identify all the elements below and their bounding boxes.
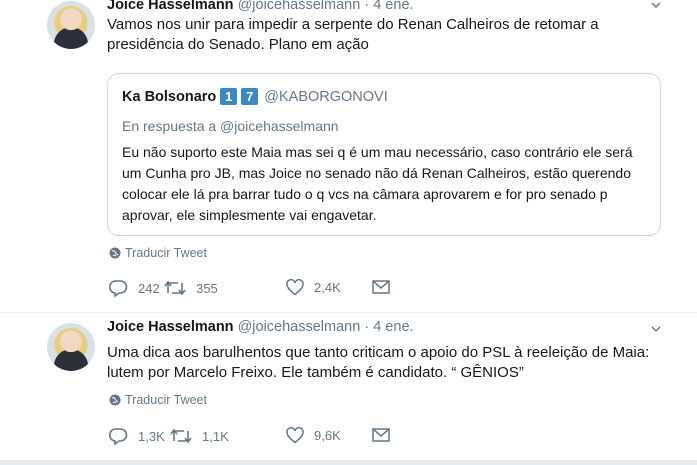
envelope-icon (372, 280, 390, 294)
tweet-actions: 1,3K 1,1K 9,6K (109, 427, 409, 447)
separator-dot: · (364, 319, 370, 335)
like-button[interactable]: 2,4K (286, 279, 341, 296)
retweet-count: 1,1K (202, 428, 229, 444)
tweet-text: Vamos nos unir para impedir a serpente d… (107, 16, 599, 53)
reply-count: 242 (138, 280, 160, 296)
quoted-tweet-header: Ka Bolsonaro 1 7 @KABORGONOVI (122, 88, 388, 105)
heart-icon (286, 427, 304, 444)
globe-icon (109, 247, 121, 259)
avatar[interactable] (47, 1, 95, 49)
chevron-down-icon[interactable] (651, 324, 661, 334)
translate-tweet-link[interactable]: Traducir Tweet (109, 246, 207, 260)
reply-count: 1,3K (138, 428, 165, 444)
translate-tweet-link[interactable]: Traducir Tweet (109, 393, 207, 407)
chevron-down-icon[interactable] (651, 0, 661, 10)
envelope-icon (372, 428, 390, 442)
like-count: 2,4K (314, 280, 341, 295)
quoted-user-handle: @KABORGONOVI (264, 88, 388, 105)
like-count: 9,6K (314, 428, 341, 443)
user-name[interactable]: Joice Hasselmann (107, 0, 234, 13)
direct-message-button[interactable] (372, 279, 400, 295)
translate-label: Traducir Tweet (125, 246, 207, 260)
tweet-actions: 242 355 2,4K (109, 279, 409, 299)
reply-icon (109, 280, 128, 297)
retweet-button[interactable]: 1,1K (170, 427, 229, 445)
reply-button[interactable]: 1,3K (109, 427, 165, 445)
tweet-header: Joice Hasselmann @joicehasselmann · 4 en… (107, 319, 657, 335)
timeline-divider (0, 461, 697, 465)
separator-dot: · (364, 0, 370, 13)
quoted-tweet[interactable]: Ka Bolsonaro 1 7 @KABORGONOVI En respues… (107, 73, 661, 236)
avatar[interactable] (47, 323, 95, 371)
keycap-one-icon: 1 (220, 88, 238, 105)
tweet-date[interactable]: 4 ene. (373, 0, 413, 13)
retweet-icon (164, 280, 186, 296)
quoted-tweet-text: Eu não suporto este Maia mas sei q é um … (122, 144, 633, 223)
direct-message-button[interactable] (372, 427, 400, 443)
retweet-count: 355 (196, 280, 218, 296)
like-button[interactable]: 9,6K (286, 427, 341, 444)
tweet[interactable]: Joice Hasselmann @joicehasselmann · 4 en… (0, 0, 697, 313)
quoted-user-name: Ka Bolsonaro (122, 88, 217, 105)
reply-icon (109, 428, 128, 445)
reply-button[interactable]: 242 (109, 279, 160, 297)
user-handle[interactable]: @joicehasselmann (238, 319, 361, 335)
heart-icon (286, 279, 304, 296)
reply-context: En respuesta a @joicehasselmann (122, 118, 339, 134)
retweet-icon (170, 428, 192, 444)
tweet-date[interactable]: 4 ene. (373, 319, 413, 335)
user-name[interactable]: Joice Hasselmann (107, 319, 234, 335)
keycap-seven-icon: 7 (241, 88, 259, 105)
tweet[interactable]: Joice Hasselmann @joicehasselmann · 4 en… (0, 313, 697, 461)
retweet-button[interactable]: 355 (164, 279, 218, 297)
tweet-text: Uma dica aos barulhentos que tanto criti… (107, 344, 650, 381)
globe-icon (109, 394, 121, 406)
translate-label: Traducir Tweet (125, 393, 207, 407)
tweet-header: Joice Hasselmann @joicehasselmann · 4 en… (107, 0, 657, 13)
user-handle[interactable]: @joicehasselmann (238, 0, 361, 13)
